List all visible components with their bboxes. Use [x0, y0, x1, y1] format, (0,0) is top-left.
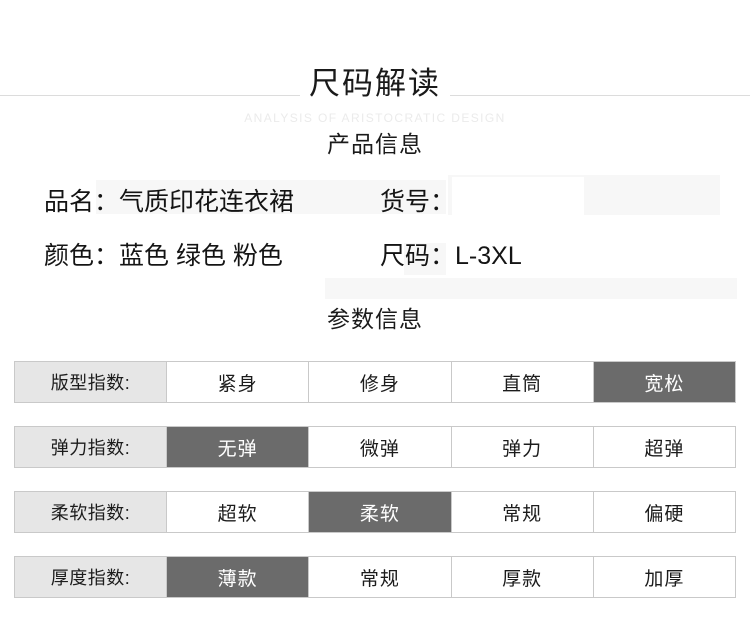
color-label: 颜色：: [44, 242, 120, 270]
param-option[interactable]: 修身: [309, 362, 452, 402]
param-option[interactable]: 紧身: [167, 362, 310, 402]
param-row: 版型指数: 紧身 修身 直筒 宽松: [14, 361, 736, 403]
param-row-label: 柔软指数:: [15, 492, 167, 532]
param-row: 厚度指数: 薄款 常规 厚款 加厚: [14, 556, 736, 598]
param-option[interactable]: 偏硬: [593, 492, 735, 532]
param-option[interactable]: 直筒: [451, 362, 594, 402]
param-option[interactable]: 弹力: [451, 427, 594, 467]
page-subtitle: ANALYSIS OF ARISTOCRATIC DESIGN: [244, 111, 506, 125]
product-info-row: 品名：气质印花连衣裙 货号：: [0, 182, 750, 222]
color-value: 蓝色 绿色 粉色: [119, 242, 283, 270]
size-cell: 尺码：L-3XL: [380, 236, 522, 276]
param-option[interactable]: 常规: [309, 557, 452, 597]
param-option[interactable]: 超软: [167, 492, 310, 532]
param-option[interactable]: 厚款: [451, 557, 594, 597]
param-row-label: 版型指数:: [15, 362, 167, 402]
param-row: 弹力指数: 无弹 微弹 弹力 超弹: [14, 426, 736, 468]
param-option[interactable]: 加厚: [593, 557, 735, 597]
param-row-label: 厚度指数:: [15, 557, 167, 597]
param-option[interactable]: 常规: [451, 492, 594, 532]
param-info-heading: 参数信息: [327, 306, 423, 332]
product-info-row: 颜色：蓝色 绿色 粉色 尺码：L-3XL: [0, 236, 750, 276]
product-name-label: 品名：: [44, 188, 120, 216]
size-label: 尺码：: [380, 242, 456, 270]
page-header: 尺码解读 ANALYSIS OF ARISTOCRATIC DESIGN: [0, 30, 750, 124]
item-number-cell: 货号：: [380, 182, 455, 222]
param-row-label: 弹力指数:: [15, 427, 167, 467]
param-option-selected[interactable]: 宽松: [593, 362, 735, 402]
param-option-selected[interactable]: 柔软: [309, 492, 452, 532]
param-row: 柔软指数: 超软 柔软 常规 偏硬: [14, 491, 736, 533]
product-name-value: 气质印花连衣裙: [119, 188, 295, 216]
param-option[interactable]: 微弹: [309, 427, 452, 467]
param-option[interactable]: 超弹: [593, 427, 735, 467]
color-cell: 颜色：蓝色 绿色 粉色: [44, 236, 283, 276]
param-table: 版型指数: 紧身 修身 直筒 宽松 弹力指数: 无弹 微弹 弹力 超弹 柔软指数: 超软 柔软 常规 偏硬厚…: [14, 361, 736, 598]
param-option-selected[interactable]: 薄款: [167, 557, 310, 597]
page-title: 尺码解读: [309, 66, 441, 101]
size-value: L-3XL: [455, 242, 522, 270]
item-number-label: 货号：: [380, 188, 456, 216]
param-option-selected[interactable]: 无弹: [167, 427, 310, 467]
product-info-heading: 产品信息: [327, 131, 423, 157]
highlight-band-params: [325, 278, 737, 299]
product-name-cell: 品名：气质印花连衣裙: [44, 182, 294, 222]
